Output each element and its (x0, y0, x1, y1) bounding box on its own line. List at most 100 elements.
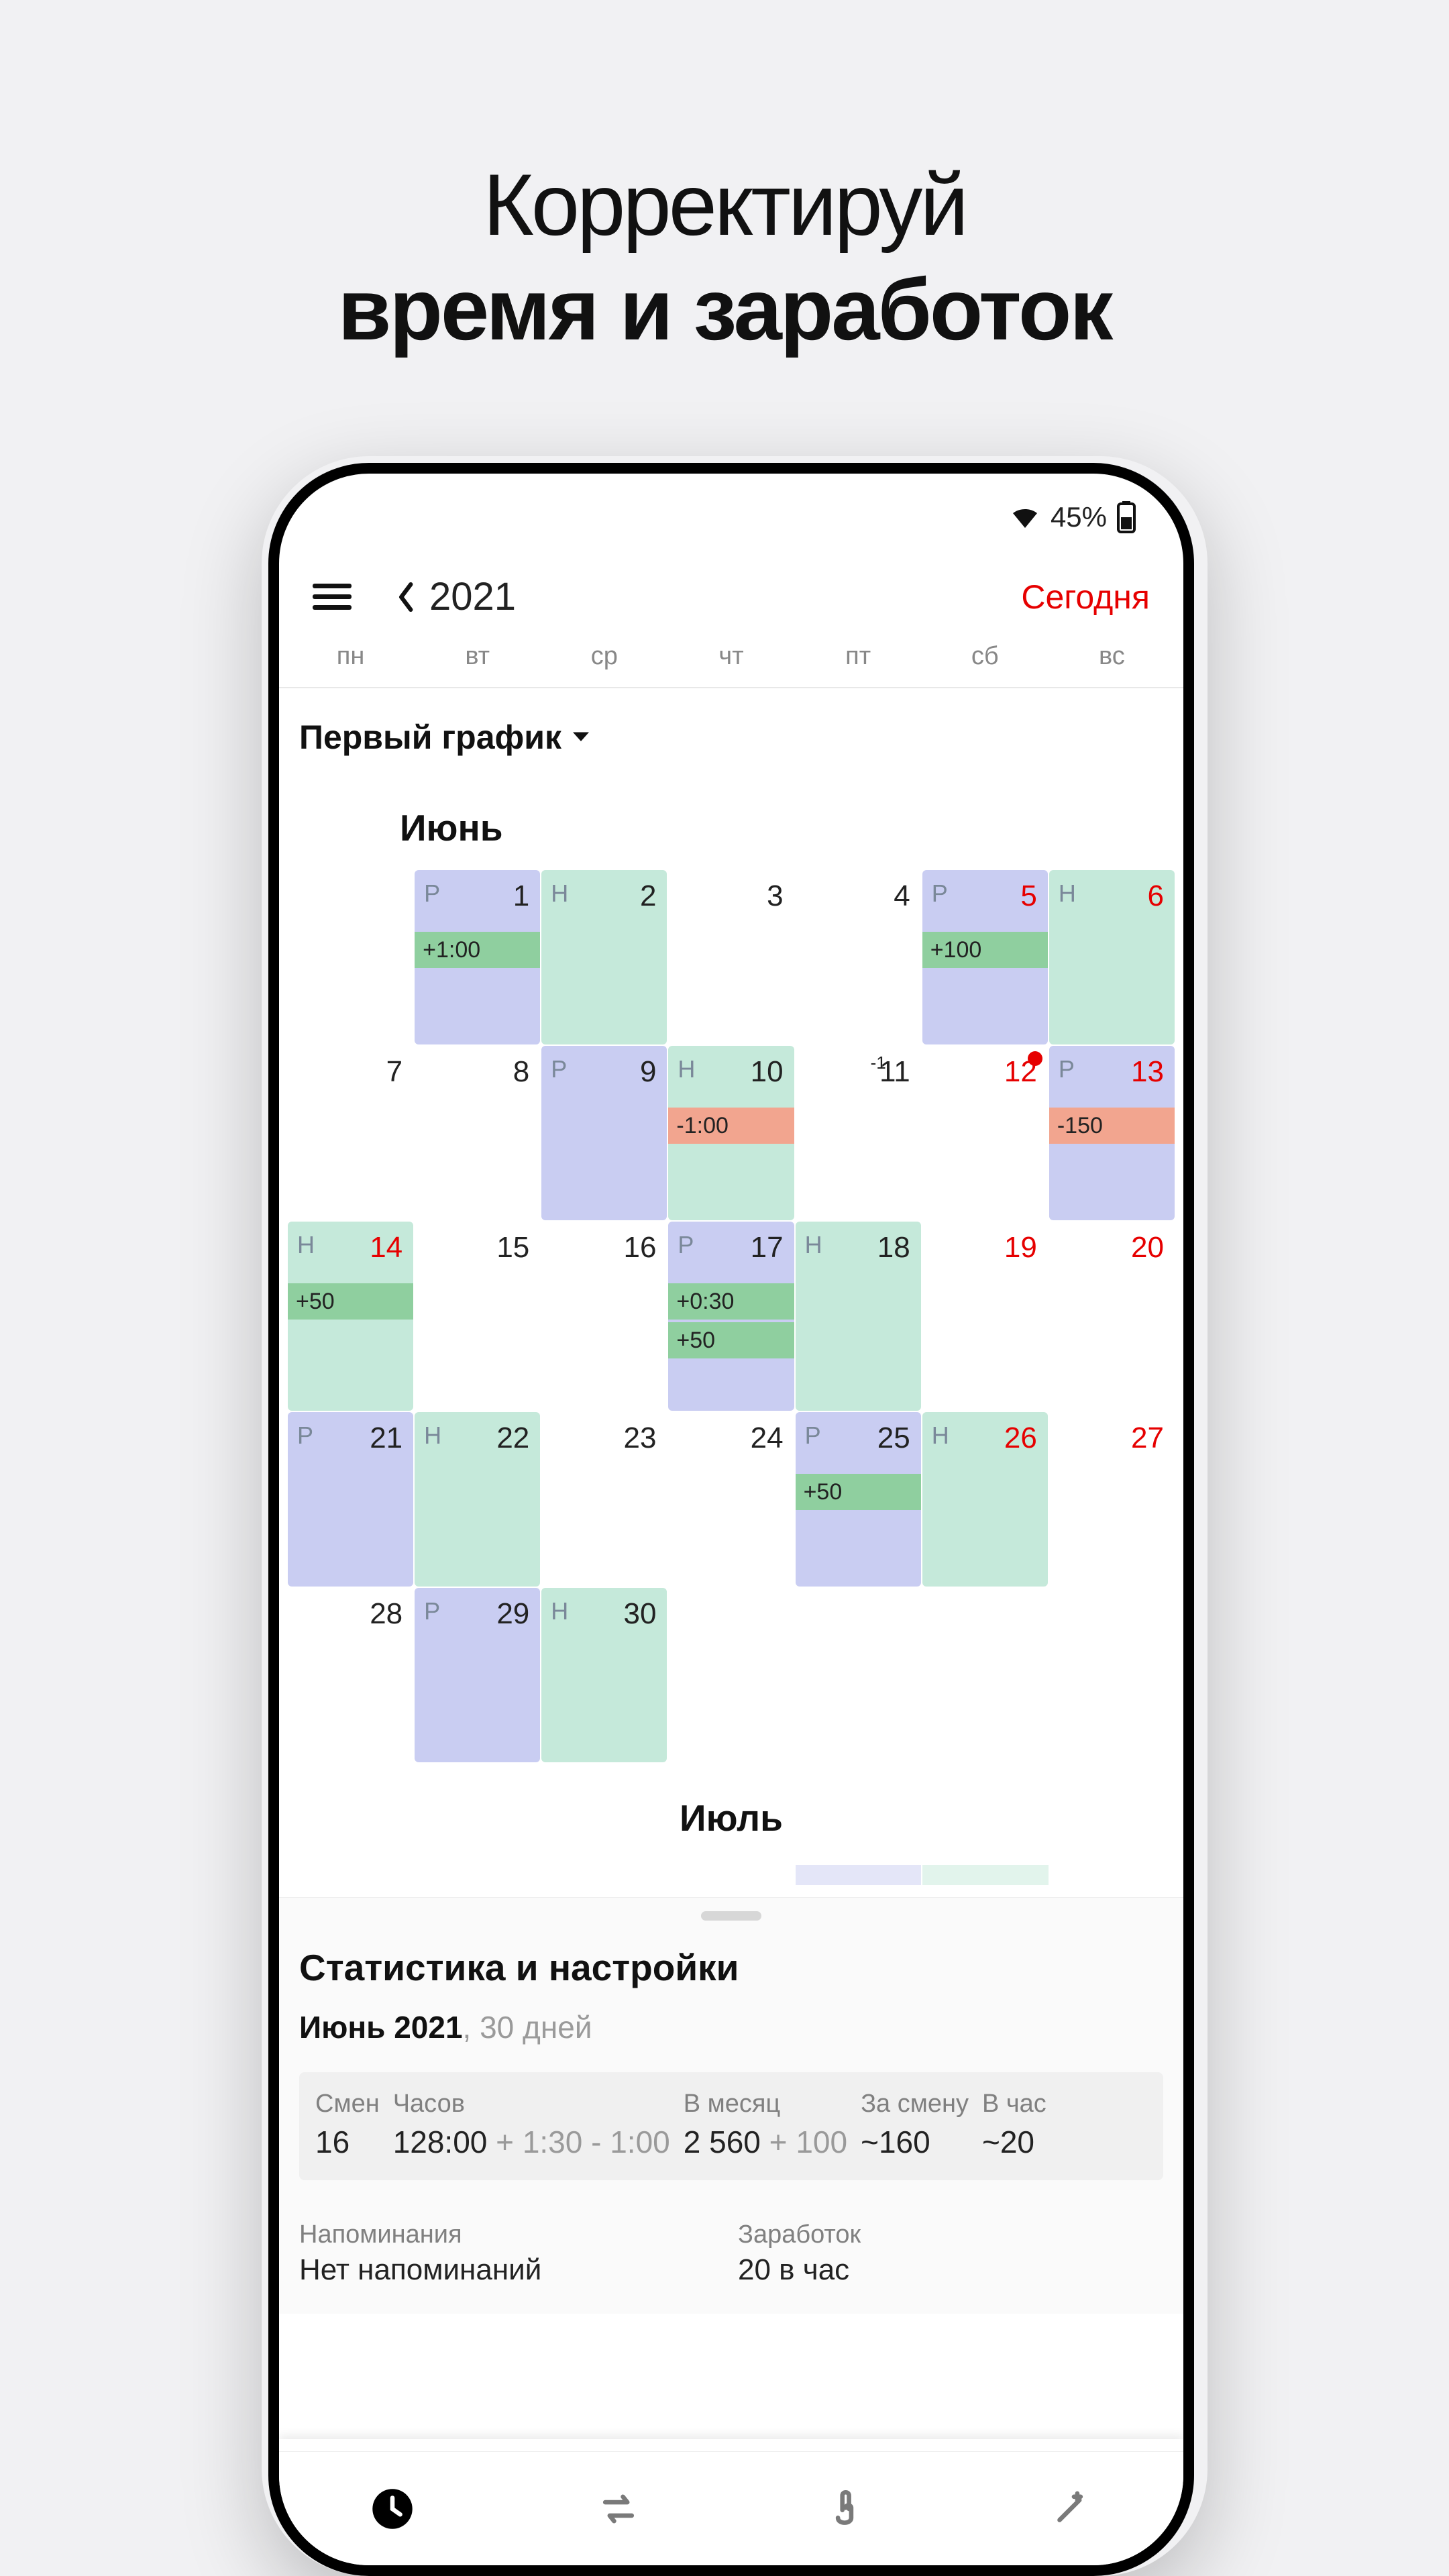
calendar-day-cell[interactable]: 2H (541, 870, 667, 1044)
calendar-day-cell[interactable]: 16 (541, 1222, 667, 1411)
schedule-selector[interactable]: Первый график (279, 688, 1183, 759)
shift-tag: H (551, 1597, 568, 1625)
shift-tag: H (297, 1231, 315, 1259)
sheet-title: Статистика и настройки (299, 1921, 1163, 2009)
menu-icon[interactable] (313, 578, 360, 616)
calendar-day-cell[interactable]: 22 H (415, 1412, 540, 1587)
calendar-day-cell[interactable]: 14H+50 (288, 1222, 413, 1411)
calendar-day-cell (796, 1588, 921, 1762)
calendar-day-cell[interactable]: 9P (541, 1046, 667, 1220)
stat-month-total: В месяц 2 560 + 100 (684, 2090, 847, 2160)
dow: чт (667, 642, 794, 671)
calendar-day-cell[interactable]: 12 (922, 1046, 1048, 1220)
dow: сб (922, 642, 1049, 671)
next-month-peek (287, 1865, 1175, 1885)
adjustment-chip: +50 (668, 1322, 794, 1358)
top-bar: 2021 Сегодня (279, 547, 1183, 635)
calendar-day-cell[interactable]: 29 P (415, 1588, 540, 1762)
tab-touch[interactable] (818, 2483, 871, 2535)
reminders-block[interactable]: Напоминания Нет напоминаний (299, 2220, 724, 2287)
shift-tag: H (678, 1055, 695, 1083)
shift-tag: P (297, 1421, 313, 1450)
today-button[interactable]: Сегодня (1021, 578, 1150, 616)
hand-icon (822, 2487, 867, 2531)
calendar-day-cell[interactable]: 6H (1049, 870, 1175, 1044)
tab-clock[interactable] (366, 2483, 419, 2535)
calendar-day-cell[interactable]: 5P+100 (922, 870, 1048, 1044)
dow: вс (1049, 642, 1175, 671)
shift-tag: P (551, 1055, 567, 1083)
calendar-day-cell (668, 1588, 794, 1762)
dow: пт (795, 642, 922, 671)
adjustment-chip: -150 (1049, 1108, 1175, 1144)
shift-tag: P (1059, 1055, 1075, 1083)
bottom-tab-bar (279, 2451, 1183, 2565)
calendar-day-cell[interactable]: 25P+50 (796, 1412, 921, 1587)
day-number: 3 (767, 879, 783, 913)
battery-icon (1116, 501, 1136, 533)
day-number: 29 (496, 1597, 529, 1631)
status-bar: 45% (279, 474, 1183, 547)
adjustment-chip: +1:00 (415, 932, 540, 968)
day-number: 20 (1131, 1231, 1164, 1265)
tab-magic[interactable] (1044, 2483, 1097, 2535)
wifi-icon (1009, 501, 1041, 533)
calendar-day-cell[interactable]: 8 (415, 1046, 540, 1220)
calendar-day-cell[interactable]: 27 (1049, 1412, 1175, 1587)
promo-heading: Корректируй время и заработок (0, 0, 1449, 360)
clock-icon (370, 2487, 415, 2531)
calendar-day-cell[interactable]: 11-1 (796, 1046, 921, 1220)
calendar-day-cell (288, 870, 413, 1044)
stats-sheet[interactable]: Статистика и настройки Июнь 2021, 30 дне… (279, 1897, 1183, 2314)
shift-tag: H (424, 1421, 441, 1450)
calendar-day-cell[interactable]: 28 (288, 1588, 413, 1762)
shift-tag: H (805, 1231, 822, 1259)
calendar-day-cell[interactable]: 3 (668, 870, 794, 1044)
calendar-day-cell[interactable]: 17P+0:30+50 (668, 1222, 794, 1411)
calendar-day-cell[interactable]: 20 (1049, 1222, 1175, 1411)
calendar-day-cell[interactable]: 13P-150 (1049, 1046, 1175, 1220)
shift-tag: P (932, 879, 948, 908)
day-number: 10 (751, 1055, 784, 1089)
calendar-day-cell[interactable]: 26H (922, 1412, 1048, 1587)
calendar-day-cell (1049, 1588, 1175, 1762)
stat-per-hour: В час ~20 (982, 2090, 1046, 2160)
day-number: 4 (894, 879, 910, 913)
earnings-block[interactable]: Заработок 20 в час (738, 2220, 1163, 2287)
stats-row[interactable]: Смен 16 Часов 128:00 + 1:30 - 1:00 В мес… (299, 2072, 1163, 2180)
adjustment-chip: +50 (796, 1474, 921, 1510)
calendar-day-cell[interactable]: 21 P (288, 1412, 413, 1587)
day-number: 18 (877, 1231, 910, 1265)
shift-tag: P (678, 1231, 694, 1259)
shift-tag: H (1059, 879, 1076, 908)
adjustment-chip: +100 (922, 932, 1048, 968)
calendar-day-cell[interactable]: 15 (415, 1222, 540, 1411)
calendar-day-cell[interactable]: 24 (668, 1412, 794, 1587)
month-title: Июнь (279, 759, 1183, 869)
dow: ср (541, 642, 667, 671)
day-number: 14 (370, 1231, 402, 1265)
calendar-day-cell[interactable]: 23 (541, 1412, 667, 1587)
day-number: 19 (1004, 1231, 1037, 1265)
dow: вт (414, 642, 541, 671)
calendar-day-cell[interactable]: 30H (541, 1588, 667, 1762)
calendar-day-cell[interactable]: 19 (922, 1222, 1048, 1411)
tab-repeat[interactable] (592, 2483, 645, 2535)
caret-down-icon (571, 730, 591, 745)
year-back-button[interactable]: 2021 (397, 574, 516, 619)
calendar-day-cell[interactable]: 7 (288, 1046, 413, 1220)
calendar-day-cell[interactable]: 10H-1:00 (668, 1046, 794, 1220)
calendar-day-cell[interactable]: 4 (796, 870, 921, 1044)
chevron-left-icon (397, 582, 416, 612)
day-number: 21 (370, 1421, 402, 1455)
year-label: 2021 (429, 574, 516, 619)
shift-tag: P (424, 1597, 440, 1625)
day-number: 27 (1131, 1421, 1164, 1455)
shift-tag: P (424, 879, 440, 908)
drag-handle-icon[interactable] (701, 1911, 761, 1921)
day-number: 22 (496, 1421, 529, 1455)
calendar-day-cell[interactable]: 18 H (796, 1222, 921, 1411)
calendar-day-cell[interactable]: 1P+1:00 (415, 870, 540, 1044)
day-number: 23 (623, 1421, 656, 1455)
shift-tag: P (805, 1421, 821, 1450)
